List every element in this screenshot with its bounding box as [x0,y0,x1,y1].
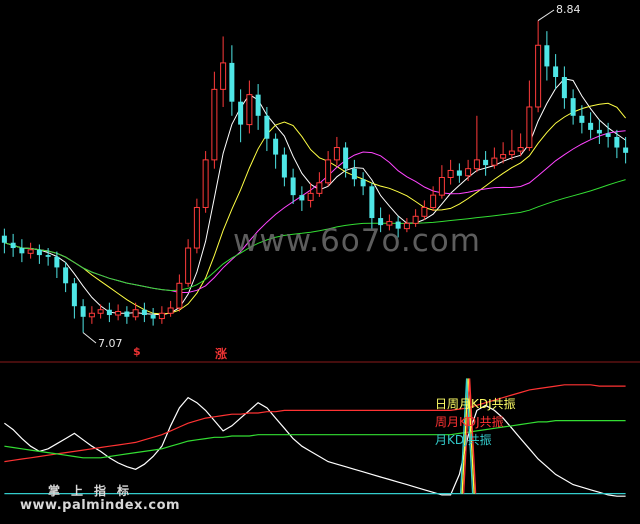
candle-up [115,311,122,316]
candle-up [185,247,192,284]
ma20-line [4,130,626,293]
candle-down [369,186,375,219]
candle-down [229,62,235,102]
candle-down [54,256,60,268]
candle-down [579,115,585,123]
candle-up [500,154,507,159]
candle-down [63,267,69,284]
candle-up [447,169,454,179]
low-price-label: 7.07 [98,337,123,350]
candle-up [167,307,174,314]
resonance-week-label: 周月KDJ共振 [435,415,504,429]
candle-up [202,159,209,208]
candle-down [351,168,357,180]
candle-down [36,249,42,256]
candle-up [517,147,524,152]
candle-down [623,147,629,153]
candle-down [150,315,156,319]
candle-up [246,94,253,126]
candle-up [491,157,498,166]
candle-up [535,44,542,108]
candle-down [456,170,462,176]
candle-down [71,283,77,307]
candle-up [473,159,480,170]
candle-up [307,192,314,201]
rise-signal-marker: 涨 [215,347,228,361]
candle-up [421,206,428,217]
watermark-url: www.palmindex.com [20,498,181,513]
candle-up [176,282,183,309]
candle-up [430,194,437,208]
candle-down [141,309,147,316]
candle-down [596,129,602,134]
candle-down [1,235,7,243]
candle-down [360,179,366,187]
candle-down [10,242,16,249]
candle-up [211,88,218,161]
watermark-title: 掌上指标 [48,484,141,498]
candle-down [544,45,550,67]
candle-up [97,309,104,314]
candle-down [570,98,576,116]
resonance-day-label: 日周月KDJ共振 [435,397,516,411]
high-pointer [537,9,555,21]
candle-down [238,101,244,125]
candle-up [526,106,533,149]
candle-down [106,309,112,316]
candle-down [299,195,305,201]
candle-up [88,312,95,318]
candle-up [438,177,445,196]
candle-down [588,122,594,130]
candle-up [132,309,139,318]
candle-down [605,133,611,137]
resonance-month-label: 月KDJ共振 [435,433,492,447]
candle-down [290,177,296,196]
candle-down [264,115,270,139]
price-chart [0,9,640,497]
candle-down [483,159,489,166]
candle-down [255,94,261,116]
candle-down [561,77,567,99]
chart-stage: 8.84 7.07 $ 涨 日周月KDJ共振 周月KDJ共振 月KDJ共振 ww… [0,0,640,524]
candle-up [193,206,200,249]
candle-down [614,136,620,148]
candle-down [19,248,25,254]
low-pointer [82,332,97,344]
candle-up [325,159,332,184]
high-price-label: 8.84 [556,3,581,16]
candle-up [27,249,34,254]
candle-up [220,62,227,90]
candle-down [80,306,86,317]
candle-down [553,66,559,77]
buy-signal-marker: $ [133,345,141,358]
candle-up [158,312,165,320]
candle-up [333,147,340,161]
candle-down [124,311,130,317]
watermark-site: www.6o7o.com [233,223,481,259]
candle-up [465,168,472,177]
candle-down [343,147,349,169]
candle-down [281,154,287,178]
candle-down [45,255,51,257]
candle-up [316,182,323,194]
candle-up [508,150,515,156]
candle-down [273,138,279,155]
